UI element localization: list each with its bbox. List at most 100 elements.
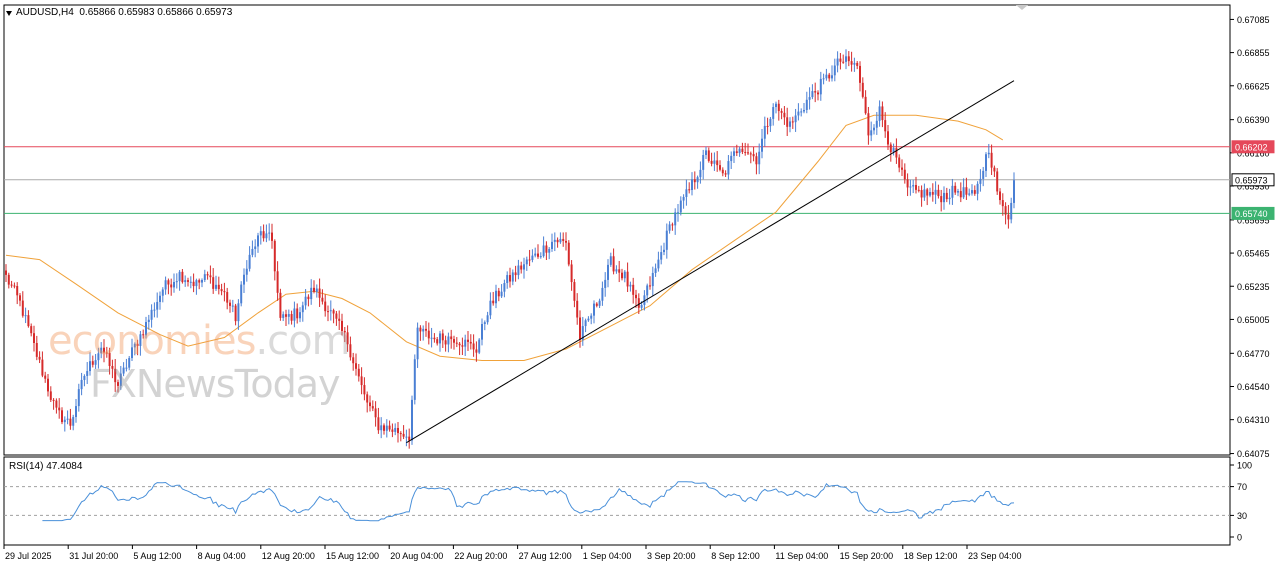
candle-body xyxy=(55,400,58,408)
candle-body xyxy=(576,300,579,318)
candle-body xyxy=(999,191,1001,201)
candle-body xyxy=(850,61,853,65)
candle-body xyxy=(528,259,531,261)
candle-body xyxy=(783,112,786,118)
candle-body xyxy=(30,326,33,334)
candle-body xyxy=(766,125,769,127)
candle-body xyxy=(16,286,19,296)
candle-body xyxy=(553,239,556,242)
candle-body xyxy=(231,305,234,307)
candle-body xyxy=(945,192,948,200)
candle-body xyxy=(145,321,147,336)
rsi-tick-label: 0 xyxy=(1237,533,1242,543)
candle-body xyxy=(369,402,371,407)
candle-body xyxy=(979,178,982,184)
rsi-tick-label: 30 xyxy=(1237,511,1247,521)
candle-body xyxy=(304,296,307,306)
candle-body xyxy=(279,292,282,318)
rsi-plot-frame xyxy=(3,456,1231,546)
candle-body xyxy=(489,300,492,316)
chart-canvas[interactable]: 0.670850.668550.666250.663900.661600.659… xyxy=(0,0,1280,567)
candle xyxy=(996,168,999,195)
candle-body xyxy=(44,375,47,379)
candle-body xyxy=(985,154,987,171)
candle-body xyxy=(265,233,268,239)
candle-body xyxy=(523,264,525,270)
candle-body xyxy=(618,269,621,273)
candle-body xyxy=(164,280,167,290)
candle-body xyxy=(425,328,427,331)
candle-body xyxy=(24,315,27,317)
candle-body xyxy=(674,212,677,226)
candle-body xyxy=(248,254,251,269)
candle-body xyxy=(178,271,181,282)
candle-body xyxy=(307,296,310,300)
candle-body xyxy=(285,314,287,317)
time-tick-label: 1 Sep 04:00 xyxy=(583,551,632,561)
candle-body xyxy=(220,289,223,292)
candle-body xyxy=(635,294,637,299)
candle-body xyxy=(150,309,153,320)
candle-body xyxy=(901,167,903,170)
candle-body xyxy=(380,425,383,431)
candle-body xyxy=(27,315,30,327)
time-tick-label: 31 Jul 20:00 xyxy=(69,551,118,561)
candle-body xyxy=(91,361,94,365)
candle-body xyxy=(763,125,766,139)
candle-body xyxy=(1001,200,1004,207)
candle-body xyxy=(741,148,744,152)
candle-body xyxy=(405,436,408,438)
candle-body xyxy=(433,337,436,340)
candle-body xyxy=(61,410,63,423)
candle-body xyxy=(206,274,209,276)
candle-body xyxy=(607,264,609,280)
candle-body xyxy=(730,155,733,162)
candle-body xyxy=(609,256,612,265)
candle-body xyxy=(797,111,800,116)
candle-body xyxy=(49,391,52,400)
candle-body xyxy=(948,197,951,200)
candle-body xyxy=(842,61,845,63)
candle-body xyxy=(864,96,867,114)
candle-body xyxy=(601,287,604,301)
chart-frame xyxy=(3,4,1231,546)
candle-body xyxy=(66,418,69,420)
candle-body xyxy=(713,160,716,164)
price-tick-label: 0.67085 xyxy=(1237,15,1270,25)
candle-body xyxy=(836,58,839,66)
candle-body xyxy=(478,339,481,353)
candle-body xyxy=(794,115,797,123)
candle-body xyxy=(657,259,660,269)
candle-body xyxy=(579,317,581,340)
candle-body xyxy=(492,300,495,304)
candle-body xyxy=(217,284,220,290)
candle-body xyxy=(691,179,693,191)
candle-body xyxy=(651,272,654,287)
time-tick-label: 22 Aug 20:00 xyxy=(454,551,507,561)
resistance-price-label: 0.66202 xyxy=(1235,142,1268,152)
candle-body xyxy=(825,74,828,79)
ohlc-values: 0.65866 0.65983 0.65866 0.65973 xyxy=(79,7,233,18)
candle-body xyxy=(33,333,35,343)
candle-body xyxy=(525,259,528,265)
time-tick-label: 15 Sep 20:00 xyxy=(840,551,894,561)
candle-body xyxy=(444,340,447,345)
candle-body xyxy=(791,121,794,123)
candle-body xyxy=(63,419,66,423)
candle-body xyxy=(13,285,16,287)
candle-body xyxy=(371,406,374,409)
candle-body xyxy=(1013,180,1015,203)
candle-body xyxy=(315,288,318,292)
candle-body xyxy=(517,265,520,276)
candle-body xyxy=(668,224,671,231)
candle-body xyxy=(663,249,665,253)
candle-body xyxy=(889,144,892,153)
candle-body xyxy=(133,343,136,348)
collapse-triangle-icon[interactable] xyxy=(6,11,12,16)
price-tick-label: 0.66855 xyxy=(1237,48,1270,58)
candle-body xyxy=(747,152,749,154)
candle-body xyxy=(276,271,279,293)
candle-body xyxy=(119,373,122,386)
candle-body xyxy=(649,285,651,287)
candle-body xyxy=(486,315,489,323)
